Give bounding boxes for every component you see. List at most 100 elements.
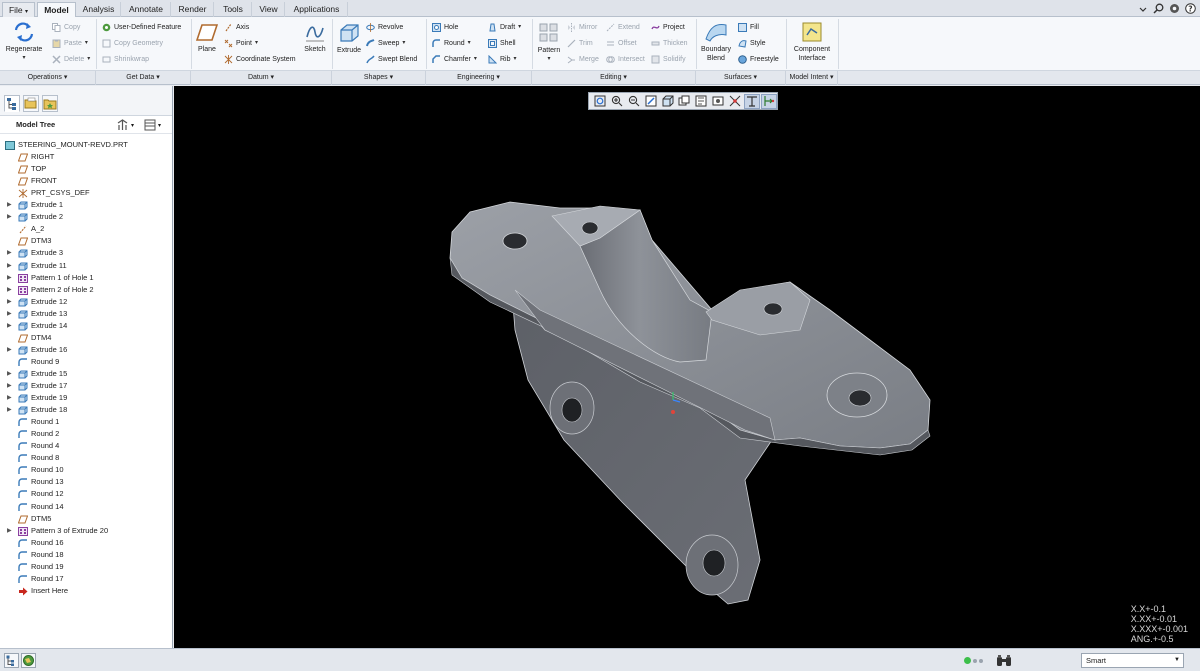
group-editing[interactable]: Editing ▾ — [532, 71, 696, 85]
expand-arrow-icon[interactable]: ▶ — [7, 272, 12, 284]
freestyle-button[interactable]: Freestyle — [738, 54, 779, 65]
tree-item[interactable]: Insert Here — [0, 585, 170, 597]
tree-item[interactable]: TOP — [0, 163, 170, 175]
tree-item[interactable]: ▶ Extrude 18 — [0, 404, 170, 416]
tree-item[interactable]: ▶ Extrude 15 — [0, 368, 170, 380]
extrude-button[interactable]: Extrude — [335, 22, 363, 55]
expand-arrow-icon[interactable]: ▶ — [7, 525, 12, 537]
shrinkwrap-button[interactable]: Shrinkwrap — [102, 54, 149, 65]
expand-arrow-icon[interactable]: ▶ — [7, 320, 12, 332]
paste-button[interactable]: Paste ▾ — [52, 38, 88, 49]
regeneration-status[interactable] — [964, 657, 983, 664]
merge-button[interactable]: Merge — [567, 54, 599, 65]
tree-item[interactable]: RIGHT — [0, 151, 170, 163]
tree-item[interactable]: ▶ Extrude 14 — [0, 320, 170, 332]
show-navigator-button[interactable] — [4, 653, 19, 668]
tab-analysis[interactable]: Analysis — [77, 2, 121, 17]
tree-item[interactable]: ▶ Extrude 12 — [0, 296, 170, 308]
draft-button[interactable]: Draft ▾ — [488, 22, 521, 33]
rib-button[interactable]: Rib ▾ — [488, 54, 517, 65]
expand-arrow-icon[interactable]: ▶ — [7, 296, 12, 308]
solidify-button[interactable]: Solidify — [651, 54, 686, 65]
delete-button[interactable]: Delete ▾ — [52, 54, 90, 65]
style-button[interactable]: Style — [738, 38, 766, 49]
expand-arrow-icon[interactable]: ▶ — [7, 308, 12, 320]
expand-arrow-icon[interactable]: ▶ — [7, 404, 12, 416]
chamfer-button[interactable]: Chamfer ▾ — [432, 54, 477, 65]
sketch-button[interactable]: Sketch — [302, 23, 328, 54]
tab-annotate[interactable]: Annotate — [122, 2, 171, 17]
tree-item[interactable]: ▶ Extrude 11 — [0, 260, 170, 272]
tree-item[interactable]: A_2 — [0, 223, 170, 235]
tree-item[interactable]: Round 10 — [0, 464, 170, 476]
coordinate-system-button[interactable]: Coordinate System — [224, 54, 296, 65]
tree-item[interactable]: Round 12 — [0, 488, 170, 500]
tab-render[interactable]: Render — [172, 2, 214, 17]
tree-item[interactable]: ▶ Pattern 1 of Hole 1 — [0, 272, 170, 284]
group-engineering[interactable]: Engineering ▾ — [426, 71, 532, 85]
find-button[interactable] — [996, 654, 1012, 667]
tree-item[interactable]: DTM4 — [0, 332, 170, 344]
show-browser-button[interactable] — [21, 653, 36, 668]
swept-blend-button[interactable]: Swept Blend — [366, 54, 417, 65]
mirror-button[interactable]: Mirror — [567, 22, 597, 33]
tree-item[interactable]: ▶ Extrude 2 — [0, 211, 170, 223]
expand-arrow-icon[interactable]: ▶ — [7, 392, 12, 404]
point-button[interactable]: Point ▾ — [224, 38, 258, 49]
revolve-button[interactable]: Revolve — [366, 22, 403, 33]
tree-item[interactable]: Round 19 — [0, 561, 170, 573]
tree-item[interactable]: ▶ Extrude 16 — [0, 344, 170, 356]
pattern-button[interactable]: Pattern ▾ — [535, 22, 563, 64]
search-icon[interactable] — [1153, 3, 1164, 14]
hole-button[interactable]: Hole — [432, 22, 458, 33]
expand-arrow-icon[interactable]: ▶ — [7, 380, 12, 392]
tree-item[interactable]: ▶ Extrude 17 — [0, 380, 170, 392]
tree-item[interactable]: ▶ Extrude 3 — [0, 247, 170, 259]
fill-button[interactable]: Fill — [738, 22, 759, 33]
plane-button[interactable]: Plane — [195, 23, 219, 54]
graphics-area[interactable]: X.X+-0.1 X.XX+-0.01 X.XXX+-0.001 ANG.+-0… — [174, 86, 1200, 648]
tab-file[interactable]: File ▾ — [2, 2, 35, 17]
settings-icon[interactable] — [1169, 3, 1180, 14]
tree-item[interactable]: ▶ Pattern 3 of Extrude 20 — [0, 525, 170, 537]
expand-arrow-icon[interactable]: ▶ — [7, 368, 12, 380]
sweep-button[interactable]: Sweep ▾ — [366, 38, 405, 49]
boundary-blend-button[interactable]: Boundary Blend — [698, 21, 734, 63]
tree-item[interactable]: Round 13 — [0, 476, 170, 488]
tree-item[interactable]: Round 8 — [0, 452, 170, 464]
expand-arrow-icon[interactable]: ▶ — [7, 199, 12, 211]
group-operations[interactable]: Operations ▾ — [0, 71, 96, 85]
copy-geometry-button[interactable]: Copy Geometry — [102, 38, 163, 49]
expand-arrow-icon[interactable]: ▶ — [7, 344, 12, 356]
minimize-ribbon-icon[interactable] — [1137, 3, 1148, 14]
selection-filter-dropdown[interactable]: Smart ▼ — [1081, 653, 1184, 668]
regenerate-button[interactable]: Regenerate ▾ — [4, 21, 44, 63]
tree-item[interactable]: ▶ Extrude 1 — [0, 199, 170, 211]
tree-item[interactable]: Round 1 — [0, 416, 170, 428]
component-interface-button[interactable]: Component Interface — [790, 21, 834, 63]
tab-view[interactable]: View — [253, 2, 285, 17]
user-defined-feature-button[interactable]: User-Defined Feature — [102, 22, 181, 33]
extend-button[interactable]: Extend — [606, 22, 640, 33]
tab-model[interactable]: Model — [37, 2, 76, 18]
tree-item[interactable]: PRT_CSYS_DEF — [0, 187, 170, 199]
offset-button[interactable]: Offset — [606, 38, 637, 49]
tree-item[interactable]: Round 18 — [0, 549, 170, 561]
intersect-button[interactable]: Intersect — [606, 54, 645, 65]
tree-item[interactable]: ▶ Pattern 2 of Hole 2 — [0, 284, 170, 296]
project-button[interactable]: Project — [651, 22, 685, 33]
group-model-intent[interactable]: Model Intent ▾ — [786, 71, 838, 85]
group-get-data[interactable]: Get Data ▾ — [96, 71, 191, 85]
group-surfaces[interactable]: Surfaces ▾ — [696, 71, 786, 85]
tab-tools[interactable]: Tools — [215, 2, 252, 17]
tree-item[interactable]: FRONT — [0, 175, 170, 187]
tree-item[interactable]: STEERING_MOUNT-REVD.PRT — [0, 139, 170, 151]
group-datum[interactable]: Datum ▾ — [191, 71, 332, 85]
axis-button[interactable]: Axis — [224, 22, 249, 33]
expand-arrow-icon[interactable]: ▶ — [7, 211, 12, 223]
tree-item[interactable]: ▶ Extrude 19 — [0, 392, 170, 404]
tab-folder-browser[interactable] — [23, 95, 39, 112]
tab-applications[interactable]: Applications — [286, 2, 348, 17]
tree-item[interactable]: DTM5 — [0, 513, 170, 525]
tree-item[interactable]: Round 16 — [0, 537, 170, 549]
